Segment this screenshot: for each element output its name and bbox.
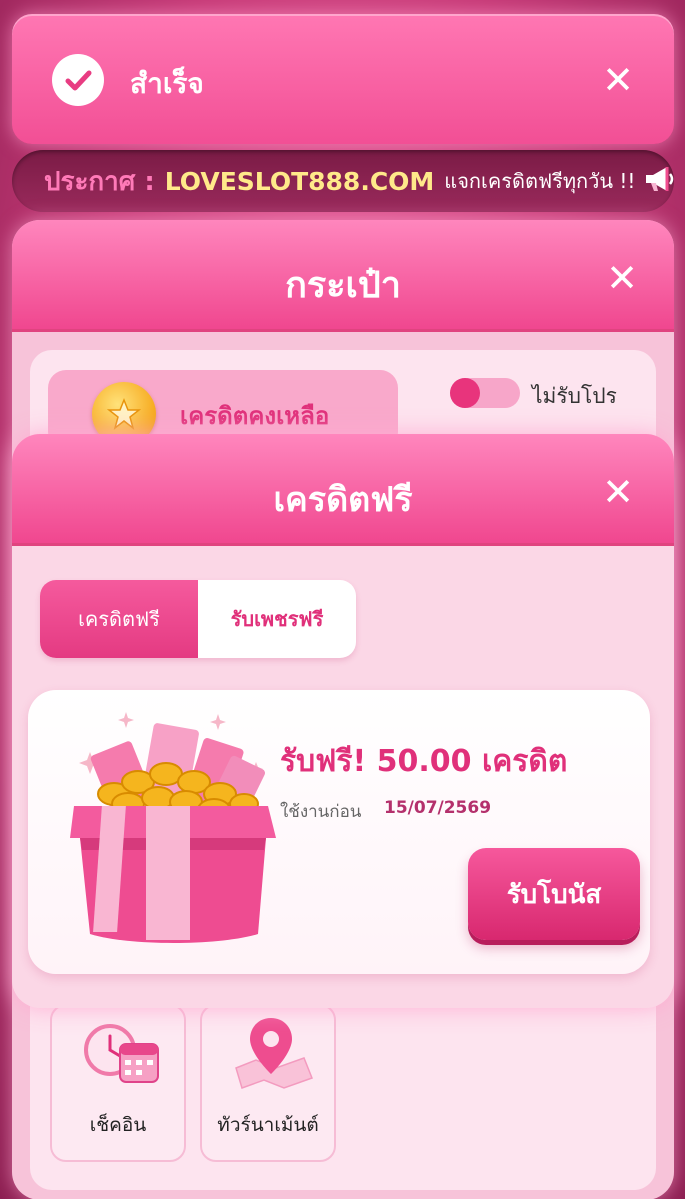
announcement-message: แจกเครดิตฟรีทุกวัน !! [444,169,636,193]
check-circle-icon [52,54,104,106]
tab-free-diamond[interactable]: รับเพชรฟรี [198,580,356,658]
bonus-amount: รับฟรี! 50.00 เครดิต [280,744,568,779]
toggle-knob [450,378,480,408]
wallet-close-icon[interactable]: ✕ [600,256,644,300]
free-credit-close-icon[interactable]: ✕ [596,470,640,514]
calendar-clock-icon [82,1018,162,1094]
promo-toggle-label: ไม่รับโปร [532,384,617,408]
gift-box-icon [18,690,298,974]
bonus-expire-label: ใช้งานก่อน [280,802,362,822]
claim-bonus-button[interactable]: รับโบนัส [468,848,640,940]
promo-toggle[interactable] [450,378,520,408]
announcement-label: ประกาศ : [44,166,155,197]
success-toast: สำเร็จ ✕ [12,14,674,144]
tile-label: ทัวร์นาเม้นต์ [217,1114,319,1136]
tab-free-credit[interactable]: เครดิตฟรี [40,580,198,658]
menu-tile-tournament[interactable]: ทัวร์นาเม้นต์ [200,1004,336,1162]
announcement-site: LOVESLOT888.COM [164,166,435,196]
wallet-header: กระเป๋า ✕ [12,220,674,332]
tile-label: เช็คอิน [89,1114,147,1136]
map-pin-icon [226,1012,316,1096]
free-credit-modal: เครดิตฟรี ✕ เครดิตฟรี รับเพชรฟรี รับฟรี!… [12,434,674,1008]
balance-label: เครดิตคงเหลือ [180,402,330,430]
bonus-card: รับฟรี! 50.00 เครดิต ใช้งานก่อน 15/07/25… [28,690,650,974]
free-credit-title: เครดิตฟรี [273,480,413,520]
menu-tile-checkin[interactable]: เช็คอิน [50,1004,186,1162]
megaphone-icon [643,164,677,198]
bonus-expire-date: 15/07/2569 [384,798,492,818]
free-credit-header: เครดิตฟรี ✕ [12,434,674,546]
tab-group: เครดิตฟรี รับเพชรฟรี [40,580,356,658]
close-icon[interactable]: ✕ [596,58,640,102]
toast-message: สำเร็จ [130,67,204,100]
announcement-bar: ประกาศ : LOVESLOT888.COM แจกเครดิตฟรีทุก… [12,150,674,212]
wallet-title: กระเป๋า [285,265,401,306]
